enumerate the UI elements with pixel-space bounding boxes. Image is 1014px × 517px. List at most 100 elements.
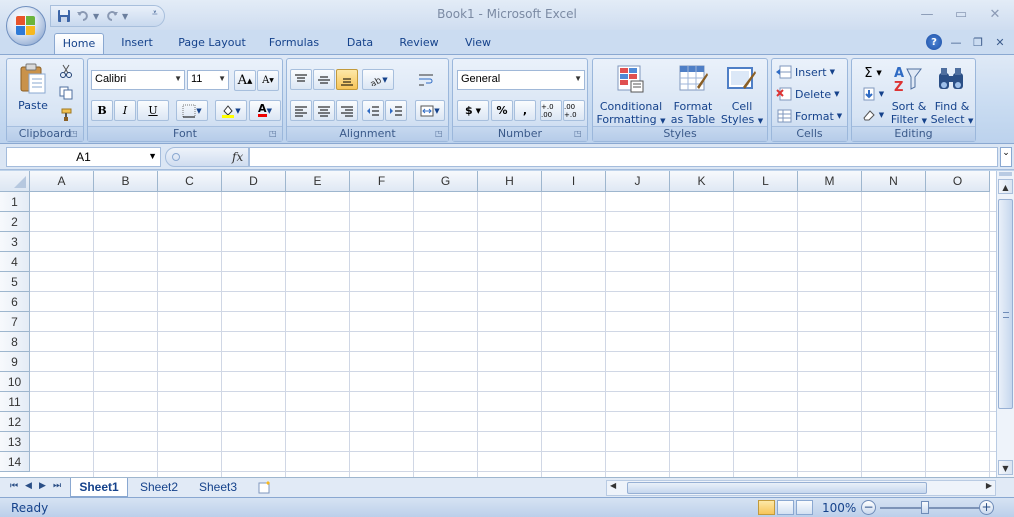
- zoom-in-button[interactable]: +: [979, 500, 994, 515]
- scroll-left-icon[interactable]: ◀: [610, 481, 616, 490]
- cell-area[interactable]: [30, 192, 996, 477]
- number-format-dropdown-icon[interactable]: ▼: [574, 74, 582, 83]
- alignment-launcher-icon[interactable]: ◳: [435, 129, 445, 139]
- horizontal-scrollbar[interactable]: ◀ ▶: [606, 480, 996, 496]
- sort-filter-button[interactable]: Sort & Filter ▼: [886, 100, 932, 128]
- align-left-button[interactable]: [290, 100, 312, 121]
- zoom-out-button[interactable]: −: [861, 500, 876, 515]
- formula-input[interactable]: [249, 147, 998, 167]
- prev-sheet-icon[interactable]: ◀: [25, 481, 32, 491]
- tab-data[interactable]: Data: [338, 33, 382, 54]
- increase-indent-button[interactable]: [385, 100, 407, 121]
- scroll-down-icon[interactable]: ▼: [998, 460, 1013, 475]
- resize-handle-icon[interactable]: [172, 153, 180, 161]
- row-header[interactable]: 7: [0, 312, 30, 332]
- first-sheet-icon[interactable]: ⏮: [10, 481, 18, 491]
- column-header[interactable]: K: [670, 171, 734, 192]
- currency-button[interactable]: $ ▼: [457, 100, 489, 121]
- column-header[interactable]: B: [94, 171, 158, 192]
- font-size-combo[interactable]: 11 ▼: [187, 70, 229, 90]
- row-header[interactable]: 10: [0, 372, 30, 392]
- row-header[interactable]: 11: [0, 392, 30, 412]
- normal-view-icon[interactable]: [758, 500, 775, 515]
- fill-color-button[interactable]: ▼: [215, 100, 247, 121]
- row-header[interactable]: 14: [0, 452, 30, 472]
- expand-formula-bar-icon[interactable]: ⌄: [1000, 147, 1012, 167]
- bold-button[interactable]: B: [91, 100, 113, 121]
- column-header[interactable]: A: [30, 171, 94, 192]
- row-header[interactable]: 9: [0, 352, 30, 372]
- decrease-indent-button[interactable]: [362, 100, 384, 121]
- tab-page-layout[interactable]: Page Layout: [172, 33, 252, 54]
- page-break-view-icon[interactable]: [796, 500, 813, 515]
- shrink-font-button[interactable]: A ▼: [257, 70, 279, 91]
- column-header[interactable]: E: [286, 171, 350, 192]
- format-painter-icon[interactable]: [57, 107, 75, 123]
- maximize-icon[interactable]: ▭: [950, 5, 972, 23]
- horizontal-scroll-thumb[interactable]: [627, 482, 927, 494]
- column-header[interactable]: N: [862, 171, 926, 192]
- vertical-scroll-thumb[interactable]: [998, 199, 1013, 409]
- insert-cells-button[interactable]: Insert ▼: [776, 65, 835, 79]
- page-layout-view-icon[interactable]: [777, 500, 794, 515]
- column-header[interactable]: O: [926, 171, 990, 192]
- zoom-slider-track[interactable]: [880, 507, 980, 509]
- minimize-icon[interactable]: —: [916, 5, 938, 23]
- zoom-level[interactable]: 100%: [822, 501, 856, 515]
- paste-button[interactable]: Paste: [13, 99, 53, 112]
- column-header[interactable]: M: [798, 171, 862, 192]
- align-center-button[interactable]: [313, 100, 335, 121]
- sheet-tab-sheet1[interactable]: Sheet1: [70, 478, 128, 497]
- align-middle-button[interactable]: [313, 69, 335, 90]
- merge-center-button[interactable]: ▼: [415, 100, 445, 121]
- cut-icon[interactable]: [57, 63, 75, 79]
- row-header[interactable]: 2: [0, 212, 30, 232]
- clear-button[interactable]: ▼: [858, 106, 888, 124]
- comma-button[interactable]: ,: [514, 100, 536, 121]
- grow-font-button[interactable]: A ▲: [234, 70, 256, 91]
- select-all-button[interactable]: [0, 171, 30, 192]
- row-header[interactable]: 13: [0, 432, 30, 452]
- cell-styles-button[interactable]: Cell Styles ▼: [719, 100, 765, 128]
- vertical-scrollbar[interactable]: ▲ ▼: [996, 171, 1014, 477]
- zoom-slider-thumb[interactable]: [921, 501, 929, 514]
- split-box-icon[interactable]: [999, 172, 1012, 176]
- delete-cells-button[interactable]: Delete ▼: [776, 87, 840, 101]
- row-header[interactable]: 1: [0, 192, 30, 212]
- increase-decimal-button[interactable]: +.0 .00: [540, 100, 562, 121]
- tab-formulas[interactable]: Formulas: [262, 33, 326, 54]
- tab-view[interactable]: View: [456, 33, 500, 54]
- tab-home[interactable]: Home: [54, 33, 104, 54]
- column-header[interactable]: I: [542, 171, 606, 192]
- wrap-text-button[interactable]: [415, 69, 437, 90]
- doc-minimize-icon[interactable]: —: [948, 34, 964, 50]
- help-icon[interactable]: ?: [926, 34, 942, 50]
- orientation-button[interactable]: ab ▼: [362, 69, 394, 90]
- borders-button[interactable]: ▼: [176, 100, 208, 121]
- row-header[interactable]: 8: [0, 332, 30, 352]
- underline-button[interactable]: U: [137, 100, 169, 121]
- close-icon[interactable]: ✕: [984, 5, 1006, 23]
- name-box[interactable]: A1 ▼: [6, 147, 161, 167]
- row-header[interactable]: 6: [0, 292, 30, 312]
- next-sheet-icon[interactable]: ▶: [39, 481, 46, 491]
- autosum-button[interactable]: Σ ▼: [858, 64, 888, 82]
- sheet-tab-sheet3[interactable]: Sheet3: [190, 478, 246, 497]
- sheet-tab-sheet2[interactable]: Sheet2: [131, 478, 187, 497]
- column-header[interactable]: F: [350, 171, 414, 192]
- font-launcher-icon[interactable]: ◳: [269, 129, 279, 139]
- number-format-combo[interactable]: General ▼: [457, 70, 585, 90]
- align-bottom-button[interactable]: [336, 69, 358, 90]
- column-header[interactable]: H: [478, 171, 542, 192]
- doc-close-icon[interactable]: ✕: [992, 34, 1008, 50]
- align-right-button[interactable]: [336, 100, 358, 121]
- row-header[interactable]: 5: [0, 272, 30, 292]
- column-header[interactable]: D: [222, 171, 286, 192]
- decrease-decimal-button[interactable]: .00 +.0: [563, 100, 585, 121]
- column-header[interactable]: L: [734, 171, 798, 192]
- office-button[interactable]: [6, 6, 46, 46]
- copy-icon[interactable]: [57, 85, 75, 101]
- insert-function-button[interactable]: fx: [232, 150, 243, 164]
- insert-worksheet-icon[interactable]: [252, 478, 278, 497]
- font-name-dropdown-icon[interactable]: ▼: [174, 74, 182, 83]
